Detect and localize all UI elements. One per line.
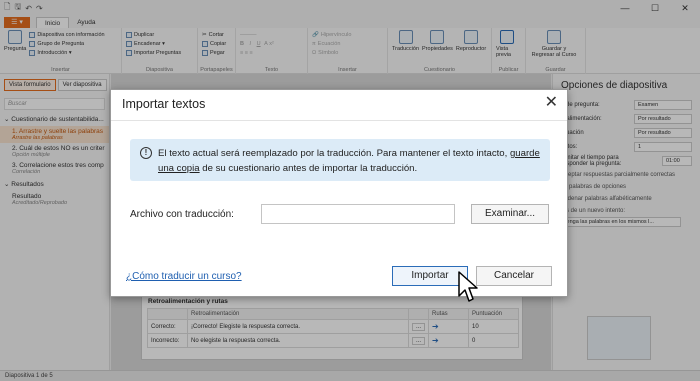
- divider: [111, 120, 567, 121]
- info-banner: ! El texto actual será reemplazado por l…: [130, 139, 550, 181]
- import-texts-dialog: Importar textos ✕ ! El texto actual será…: [110, 89, 568, 297]
- how-to-translate-link[interactable]: ¿Cómo traducir un curso?: [126, 271, 242, 282]
- file-label: Archivo con traducción:: [130, 209, 234, 220]
- dialog-title: Importar textos: [122, 97, 206, 111]
- translation-file-input[interactable]: [261, 204, 455, 224]
- cancel-button[interactable]: Cancelar: [476, 266, 552, 286]
- close-icon[interactable]: ✕: [545, 94, 558, 112]
- browse-button[interactable]: Examinar...: [471, 204, 549, 224]
- info-message: El texto actual será reemplazado por la …: [158, 148, 540, 174]
- mouse-pointer-icon: [458, 271, 478, 302]
- info-icon: !: [140, 147, 152, 159]
